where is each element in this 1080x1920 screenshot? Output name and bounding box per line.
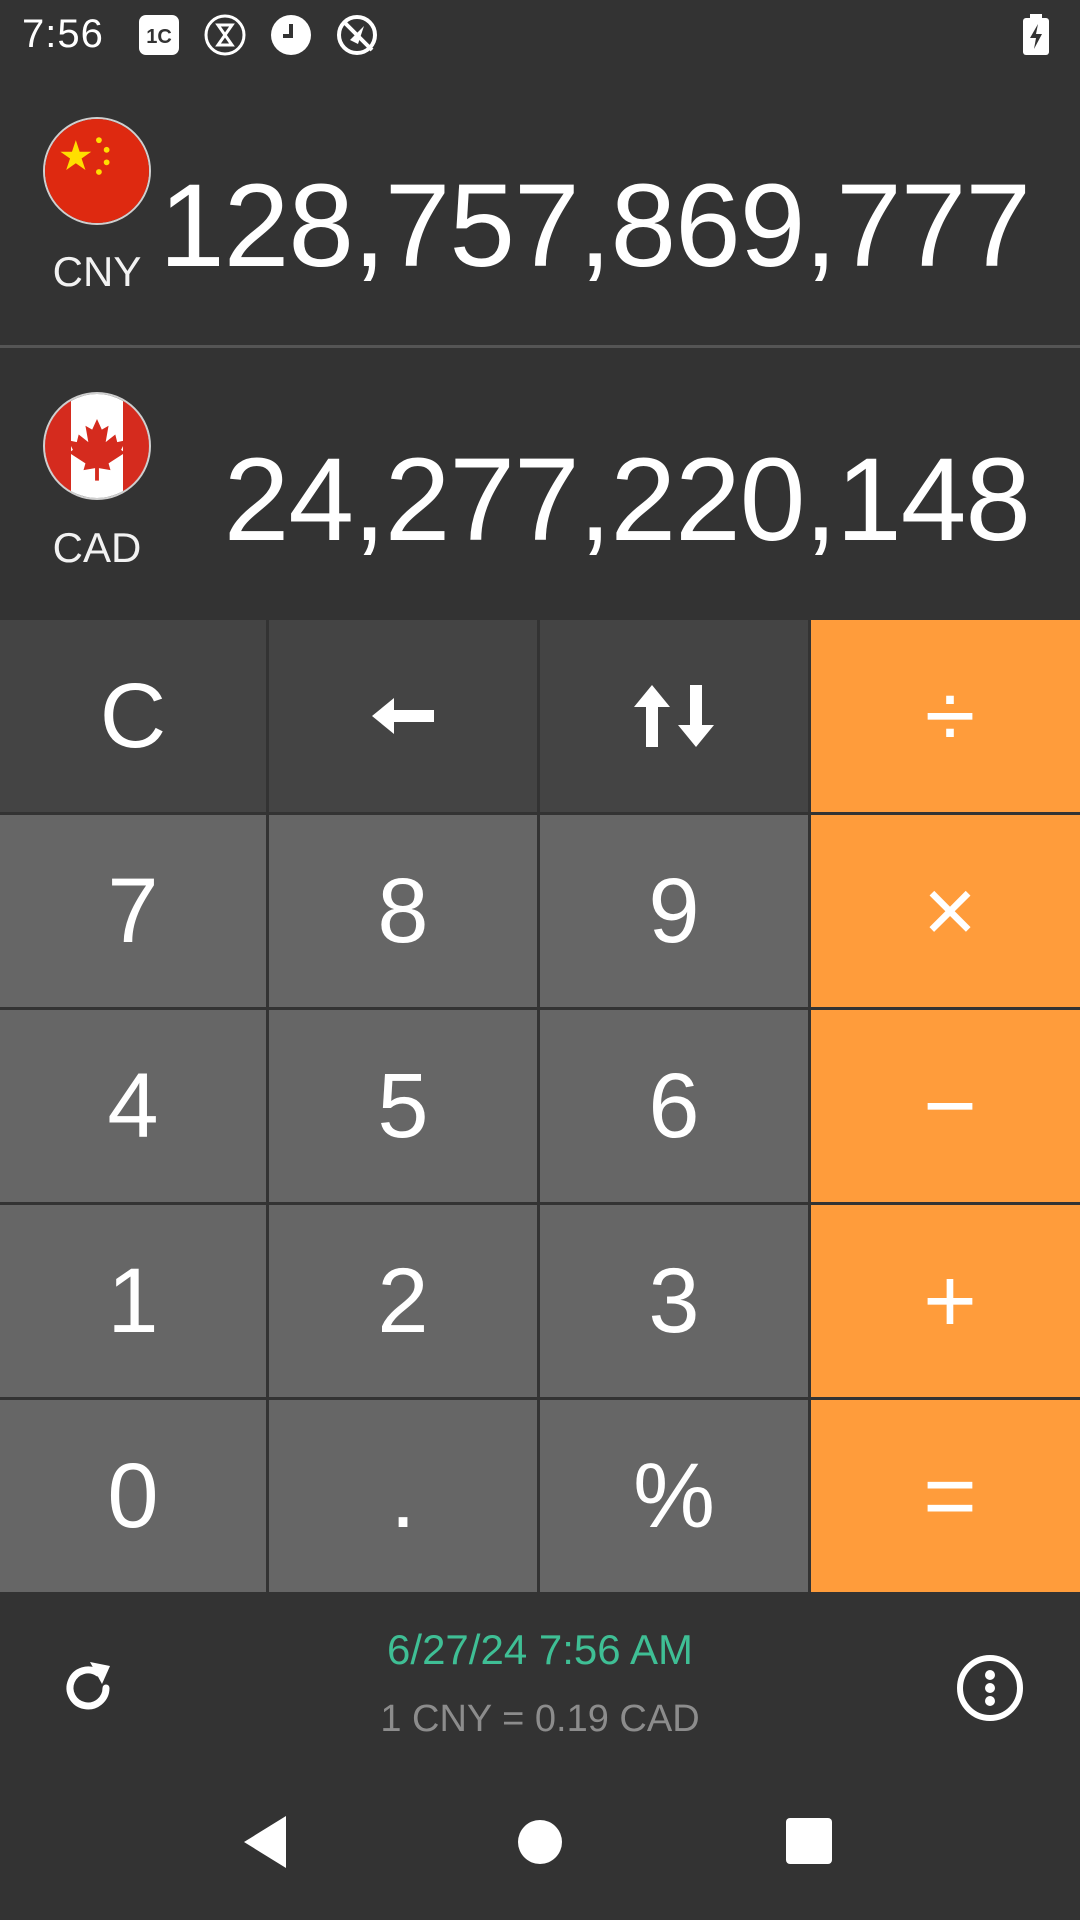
recents-icon[interactable]	[778, 1810, 842, 1874]
more-options-icon[interactable]	[956, 1654, 1024, 1722]
one-c-icon: 1C	[139, 15, 179, 55]
digit-9-button[interactable]: 9	[540, 815, 808, 1007]
home-icon[interactable]	[508, 1810, 572, 1874]
swap-arrows-icon	[634, 685, 714, 747]
digit-3-button[interactable]: 3	[540, 1205, 808, 1397]
clear-button[interactable]: C	[0, 620, 266, 812]
from-currency-row[interactable]: CNY 128,757,869,777	[0, 72, 1080, 346]
hourglass-icon	[204, 14, 246, 56]
to-currency-code[interactable]: CAD	[0, 524, 194, 572]
digit-6-button[interactable]: 6	[540, 1010, 808, 1202]
digit-5-button[interactable]: 5	[269, 1010, 537, 1202]
decimal-point-button[interactable]: .	[269, 1400, 537, 1592]
divide-button[interactable]: ÷	[811, 620, 1080, 812]
backspace-arrow-icon	[372, 698, 434, 734]
china-flag-icon[interactable]	[43, 117, 151, 225]
navigation-bar	[0, 1766, 1080, 1920]
plus-button[interactable]: +	[811, 1205, 1080, 1397]
to-currency-row[interactable]: CAD 24,277,220,148	[0, 348, 1080, 622]
percent-button[interactable]: %	[540, 1400, 808, 1592]
digit-7-button[interactable]: 7	[0, 815, 266, 1007]
keypad: C ÷ 7 8 9 × 4 5 6 − 1 2 3 + 0 . % =	[0, 620, 1080, 1592]
last-updated-time: 6/27/24 7:56 AM	[387, 1626, 693, 1673]
digit-4-button[interactable]: 4	[0, 1010, 266, 1202]
to-currency-amount: 24,277,220,148	[223, 434, 1031, 566]
digit-2-button[interactable]: 2	[269, 1205, 537, 1397]
backspace-button[interactable]	[269, 620, 537, 812]
digit-8-button[interactable]: 8	[269, 815, 537, 1007]
location-off-icon	[337, 15, 377, 55]
back-icon[interactable]	[236, 1810, 300, 1874]
clock-icon	[271, 15, 311, 55]
canada-flag-icon[interactable]	[43, 392, 151, 500]
minus-button[interactable]: −	[811, 1010, 1080, 1202]
status-bar: 7:56 1C	[0, 0, 1080, 72]
equals-button[interactable]: =	[811, 1400, 1080, 1592]
from-currency-amount: 128,757,869,777	[159, 160, 1031, 292]
svg-text:1C: 1C	[146, 26, 172, 48]
battery-charging-icon	[1023, 14, 1049, 55]
status-time: 7:56	[22, 12, 104, 56]
swap-button[interactable]	[540, 620, 808, 812]
exchange-rate-text: 1 CNY = 0.19 CAD	[380, 1698, 700, 1740]
digit-0-button[interactable]: 0	[0, 1400, 266, 1592]
digit-1-button[interactable]: 1	[0, 1205, 266, 1397]
footer: 6/27/24 7:56 AM 1 CNY = 0.19 CAD	[0, 1592, 1080, 1766]
multiply-button[interactable]: ×	[811, 815, 1080, 1007]
